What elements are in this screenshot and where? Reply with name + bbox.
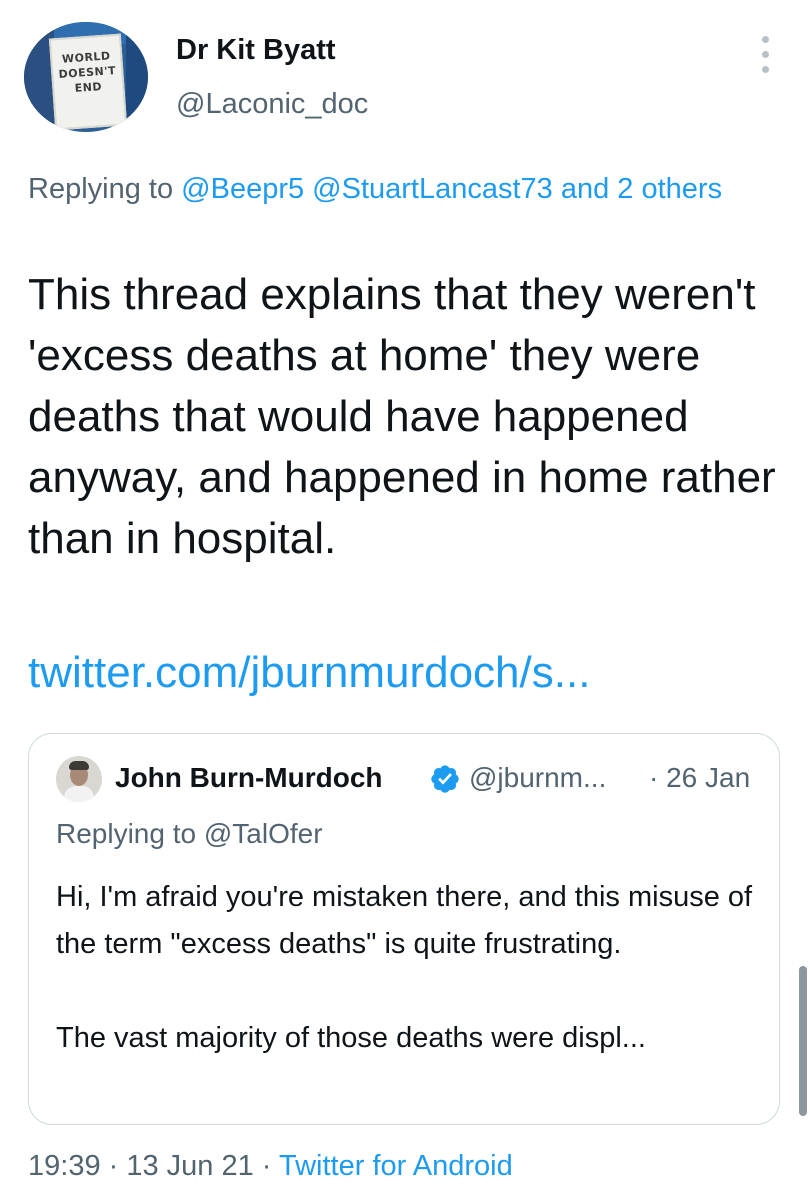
separator: · (253, 1150, 279, 1182)
quoted-replying-prefix: Replying to (56, 818, 204, 849)
tweet-text: This thread explains that they weren't '… (28, 270, 776, 563)
quoted-author-name: John Burn-Murdoch (115, 762, 383, 793)
author-avatar[interactable]: WORLD DOESN'T END (24, 22, 148, 132)
quoted-tweet-text: Hi, I'm afraid you're mistaken there, an… (56, 874, 756, 1062)
tweet-time: 19:39 (28, 1150, 101, 1182)
quoted-tweet-card[interactable]: John Burn-Murdoch @jburnm... · 26 Jan Re… (28, 733, 780, 1125)
avatar-sign-text: WORLD DOESN'T END (52, 48, 123, 98)
quoted-paragraph-2: The vast majority of those deaths were d… (56, 1022, 646, 1054)
quoted-replying-to: Replying to @TalOfer (56, 814, 323, 854)
quoted-tweet-date: · 26 Jan (649, 762, 751, 793)
quoted-author-handle: @jburnm... (469, 762, 607, 793)
quoted-replying-mention: @TalOfer (203, 818, 323, 849)
avatar-right-background (126, 22, 148, 132)
replying-to-prefix: Replying to (28, 173, 182, 205)
verified-badge-icon (431, 765, 459, 793)
more-vertical-icon[interactable] (754, 36, 776, 76)
author-handle[interactable]: @Laconic_doc (176, 88, 368, 121)
tweet-link[interactable]: twitter.com/jburnmurdoch/s... (28, 645, 590, 701)
more-dot-bottom (762, 66, 769, 73)
replying-to-mentions[interactable]: @Beepr5 @StuartLancast73 and 2 others (181, 173, 722, 205)
avatar-sign: WORLD DOESN'T END (48, 33, 128, 131)
more-dot-top (762, 36, 769, 43)
quoted-paragraph-1: Hi, I'm afraid you're mistaken there, an… (56, 881, 753, 960)
tweet-metadata: 19:39 · 13 Jun 21 · Twitter for Android (28, 1150, 513, 1183)
scrollbar-thumb[interactable] (799, 966, 807, 1116)
tweet-date: 13 Jun 21 (126, 1150, 254, 1182)
quoted-avatar-hair (69, 761, 89, 770)
quoted-avatar-shirt (64, 786, 94, 802)
tweet-detail-page: WORLD DOESN'T END Dr Kit Byatt @Laconic_… (0, 0, 810, 1200)
more-dot-middle (762, 51, 769, 58)
replying-to-line: Replying to @Beepr5 @StuartLancast73 and… (28, 166, 748, 212)
tweet-source-link[interactable]: Twitter for Android (279, 1150, 513, 1182)
quoted-author-avatar (56, 756, 102, 802)
separator: · (100, 1150, 127, 1182)
author-display-name[interactable]: Dr Kit Byatt (176, 34, 336, 67)
